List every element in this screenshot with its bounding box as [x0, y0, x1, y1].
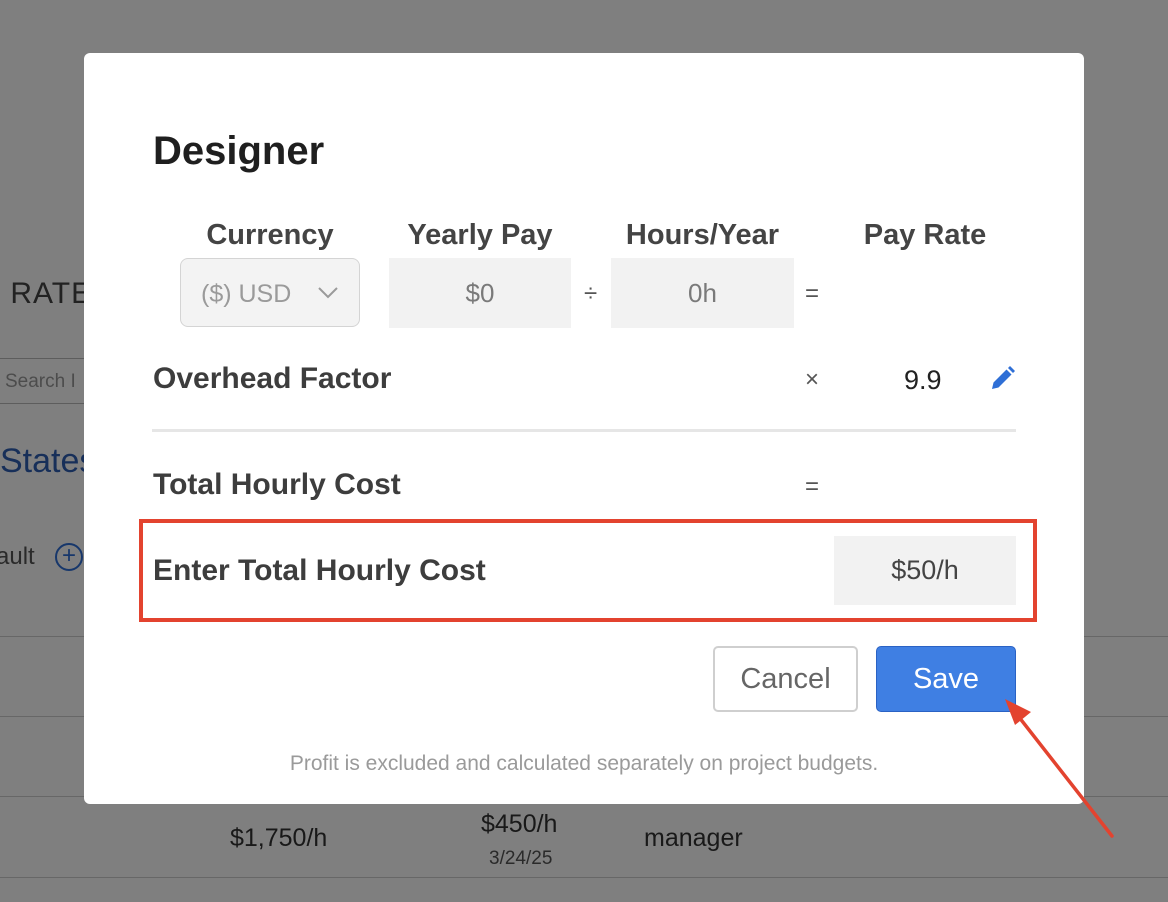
pay-rate-header: Pay Rate	[863, 219, 987, 251]
yearly-pay-header: Yearly Pay	[407, 219, 553, 251]
yearly-pay-input[interactable]: $0	[389, 258, 571, 328]
modal-title: Designer	[153, 129, 325, 173]
currency-value: ($) USD	[201, 280, 292, 308]
currency-select[interactable]: ($) USD	[180, 258, 360, 327]
total-hourly-cost-input[interactable]: $50/h	[834, 536, 1016, 605]
save-button[interactable]: Save	[876, 646, 1016, 712]
hours-year-header: Hours/Year	[625, 219, 780, 251]
enter-total-hourly-cost-label: Enter Total Hourly Cost	[153, 554, 486, 587]
designer-rate-modal: Designer Currency Yearly Pay Hours/Year …	[84, 53, 1084, 804]
currency-header: Currency	[206, 219, 334, 251]
overhead-factor-label: Overhead Factor	[153, 362, 392, 395]
times-symbol: ×	[805, 366, 820, 393]
cancel-button[interactable]: Cancel	[713, 646, 858, 712]
chevron-down-icon	[318, 287, 338, 299]
footnote: Profit is excluded and calculated separa…	[289, 752, 879, 775]
divide-symbol: ÷	[584, 280, 598, 307]
pencil-icon[interactable]	[988, 365, 1016, 393]
equals-symbol: =	[805, 280, 820, 307]
section-divider	[152, 429, 1016, 432]
hours-year-input[interactable]: 0h	[611, 258, 794, 328]
total-equals-symbol: =	[805, 473, 820, 500]
total-hourly-cost-label: Total Hourly Cost	[153, 468, 401, 501]
overhead-factor-value: 9.9	[904, 365, 942, 395]
